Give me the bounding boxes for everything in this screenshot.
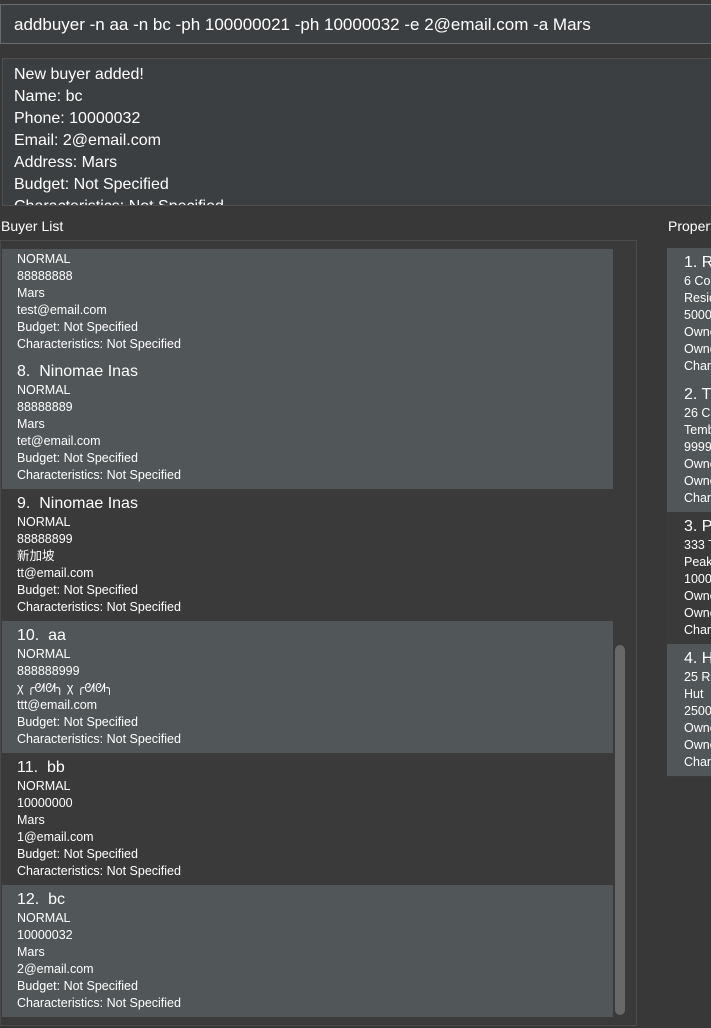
buyer-card[interactable]: 12. bc NORMAL 10000032 Mars 2@email.com …: [2, 885, 613, 1017]
property-line: Hut: [684, 687, 704, 701]
buyer-characteristics: Characteristics: Not Specified: [17, 337, 181, 351]
buyer-card[interactable]: 10. aa NORMAL 888888999 χ ╭ᘛᘛ╮ χ ╭ᘛᘛ╮ tt…: [2, 621, 613, 753]
buyer-phone: 88888899: [17, 532, 73, 546]
buyer-email: 1@email.com: [17, 830, 94, 844]
property-name: 1. R: [684, 254, 711, 271]
buyer-name: 12. bc: [17, 891, 66, 908]
result-line: Address: Mars: [14, 154, 118, 171]
property-card[interactable]: 3. P 333 T Peak 1000 Owne Owne Char: [667, 512, 711, 644]
buyer-characteristics: Characteristics: Not Specified: [17, 864, 181, 878]
property-line: Char: [684, 359, 711, 373]
buyer-email: test@email.com: [17, 303, 107, 317]
buyer-name: 9. Ninomae Inas: [17, 495, 138, 512]
buyer-characteristics: Characteristics: Not Specified: [17, 732, 181, 746]
buyer-budget: Budget: Not Specified: [17, 979, 138, 993]
property-line: 2500: [684, 704, 711, 718]
property-line: Char: [684, 755, 711, 769]
buyer-address: Mars: [17, 286, 45, 300]
property-line: 6 Co: [684, 274, 711, 288]
property-line: 5000: [684, 308, 711, 322]
buyer-budget: Budget: Not Specified: [17, 583, 138, 597]
buyer-list[interactable]: NORMAL 88888888 Mars test@email.com Budg…: [2, 249, 613, 1017]
property-name: 4. H: [684, 650, 711, 667]
property-card[interactable]: 1. R 6 Co Resic 5000 Owne Owne Char: [667, 248, 711, 380]
buyer-budget: Budget: Not Specified: [17, 847, 138, 861]
command-box[interactable]: addbuyer -n aa -n bc -ph 100000021 -ph 1…: [0, 4, 711, 44]
property-line: Peak: [684, 555, 711, 569]
buyer-address: Mars: [17, 417, 45, 431]
buyer-priority: NORMAL: [17, 383, 71, 397]
property-list-panel[interactable]: 1. R 6 Co Resic 5000 Owne Owne Char 2. T…: [667, 248, 711, 778]
buyer-address: Mars: [17, 945, 45, 959]
buyer-characteristics: Characteristics: Not Specified: [17, 996, 181, 1010]
buyer-priority: NORMAL: [17, 779, 71, 793]
buyer-phone: 88888889: [17, 400, 73, 414]
buyer-name: 11. bb: [17, 759, 65, 776]
buyer-email: ttt@email.com: [17, 698, 98, 712]
buyer-email: tet@email.com: [17, 434, 101, 448]
buyer-name: 8. Ninomae Inas: [17, 363, 138, 380]
property-line: Owne: [684, 457, 711, 471]
property-line: Owne: [684, 589, 711, 603]
property-line: Temb: [684, 423, 711, 437]
buyer-card[interactable]: 8. Ninomae Inas NORMAL 88888889 Mars tet…: [2, 357, 613, 489]
property-line: Char: [684, 491, 711, 505]
property-name: 3. P: [684, 518, 711, 535]
property-line: 26 C: [684, 406, 711, 420]
property-card[interactable]: 2. T 26 C Temb 9999 Owne Owne Char: [667, 380, 711, 512]
property-line: Owne: [684, 325, 711, 339]
buyer-list-title: Buyer List: [1, 218, 64, 234]
property-line: Owne: [684, 606, 711, 620]
property-line: 1000: [684, 572, 711, 586]
buyer-phone: 88888888: [17, 269, 73, 283]
property-line: Owne: [684, 721, 711, 735]
result-line: Budget: Not Specified: [14, 176, 169, 193]
buyer-phone: 888888999: [17, 664, 80, 678]
buyer-name: 10. aa: [17, 627, 66, 644]
buyer-address: χ ╭ᘛᘛ╮ χ ╭ᘛᘛ╮: [17, 681, 114, 695]
buyer-list-panel[interactable]: NORMAL 88888888 Mars test@email.com Budg…: [0, 240, 637, 1026]
property-line: Owne: [684, 738, 711, 752]
result-line: Name: bc: [14, 88, 83, 105]
buyer-list-scrollbar[interactable]: [615, 645, 625, 1015]
buyer-phone: 10000032: [17, 928, 73, 942]
buyer-budget: Budget: Not Specified: [17, 320, 138, 334]
buyer-card-partial[interactable]: NORMAL 88888888 Mars test@email.com Budg…: [2, 249, 613, 357]
property-line: 25 Re: [684, 670, 711, 684]
result-line: Email: 2@email.com: [14, 132, 161, 149]
result-line: Phone: 10000032: [14, 110, 141, 127]
property-line: 9999: [684, 440, 711, 454]
property-line: Owne: [684, 474, 711, 488]
property-line: Char: [684, 623, 711, 637]
buyer-address: Mars: [17, 813, 45, 827]
buyer-priority: NORMAL: [17, 911, 71, 925]
property-line: Resic: [684, 291, 711, 305]
buyer-email: tt@email.com: [17, 566, 94, 580]
buyer-card[interactable]: 9. Ninomae Inas NORMAL 88888899 新加坡 tt@e…: [2, 489, 613, 621]
result-line: Characteristics: Not Specified: [14, 196, 224, 205]
property-list-title: Propert: [668, 218, 711, 234]
command-input[interactable]: addbuyer -n aa -n bc -ph 100000021 -ph 1…: [14, 5, 591, 45]
buyer-priority: NORMAL: [17, 647, 71, 661]
buyer-characteristics: Characteristics: Not Specified: [17, 468, 181, 482]
result-line: New buyer added!: [14, 66, 144, 83]
buyer-priority: NORMAL: [17, 515, 71, 529]
buyer-card[interactable]: 11. bb NORMAL 10000000 Mars 1@email.com …: [2, 753, 613, 885]
buyer-priority: NORMAL: [17, 252, 71, 266]
result-display: New buyer added! Name: bc Phone: 1000003…: [2, 58, 711, 206]
buyer-phone: 10000000: [17, 796, 73, 810]
property-name: 2. T: [684, 386, 711, 403]
property-line: 333 T: [684, 538, 711, 552]
buyer-characteristics: Characteristics: Not Specified: [17, 600, 181, 614]
buyer-budget: Budget: Not Specified: [17, 715, 138, 729]
buyer-address: 新加坡: [17, 549, 55, 563]
property-card[interactable]: 4. H 25 Re Hut 2500 Owne Owne Char: [667, 644, 711, 776]
buyer-budget: Budget: Not Specified: [17, 451, 138, 465]
result-lines: New buyer added! Name: bc Phone: 1000003…: [14, 64, 224, 205]
buyer-email: 2@email.com: [17, 962, 94, 976]
property-line: Owne: [684, 342, 711, 356]
